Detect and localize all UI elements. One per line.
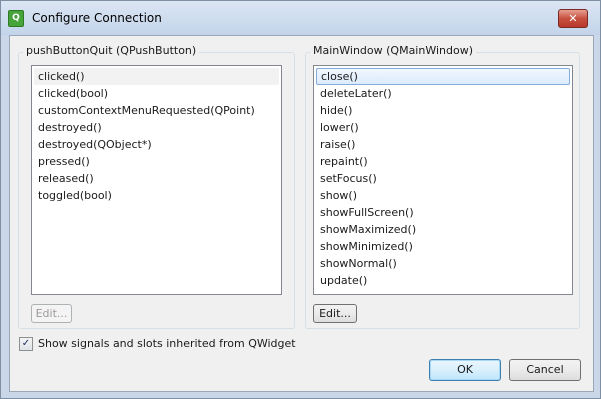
signal-list-item[interactable]: clicked() [34,68,279,85]
qt-designer-icon: Q [8,10,24,27]
signal-list-item[interactable]: pressed() [34,153,279,170]
signal-list[interactable]: clicked() clicked(bool) customContextMenuR… [31,65,282,295]
window-title: Configure Connection [32,11,162,25]
show-inherited-checkbox[interactable]: ✓ [19,337,33,351]
slot-list-item[interactable]: close() [316,68,570,85]
slot-list-item[interactable]: lower() [316,119,570,136]
sender-group-title: pushButtonQuit (QPushButton) [23,44,200,57]
slot-list-item[interactable]: deleteLater() [316,85,570,102]
slot-edit-button[interactable]: Edit... [313,304,357,323]
slot-list-item[interactable]: showMaximized() [316,221,570,238]
sender-group: pushButtonQuit (QPushButton) clicked() cl… [18,44,295,329]
slot-list-item[interactable]: showFullScreen() [316,204,570,221]
receiver-group: MainWindow (QMainWindow) close() deleteLa… [305,44,580,329]
slot-list-item[interactable]: setFocus() [316,170,570,187]
slot-list-item[interactable]: showNormal() [316,255,570,272]
show-inherited-label[interactable]: Show signals and slots inherited from QW… [38,337,296,351]
signal-list-item[interactable]: clicked(bool) [34,85,279,102]
signal-list-item[interactable]: destroyed() [34,119,279,136]
signal-list-item[interactable]: released() [34,170,279,187]
close-button[interactable]: ✕ [558,9,588,28]
slot-list-item[interactable]: show() [316,187,570,204]
signal-list-item[interactable]: destroyed(QObject*) [34,136,279,153]
signal-list-item[interactable]: customContextMenuRequested(QPoint) [34,102,279,119]
ok-button[interactable]: OK [429,359,501,381]
receiver-group-title: MainWindow (QMainWindow) [310,44,476,57]
dialog-body: pushButtonQuit (QPushButton) clicked() cl… [9,35,594,392]
slot-list-item[interactable]: showMinimized() [316,238,570,255]
signal-edit-button[interactable]: Edit... [31,304,72,323]
slot-list[interactable]: close() deleteLater() hide() lower() raise()… [313,65,573,295]
title-bar[interactable]: Q Configure Connection ✕ [1,1,600,35]
slot-list-item[interactable]: raise() [316,136,570,153]
slot-list-item[interactable]: update() [316,272,570,289]
signal-list-item[interactable]: toggled(bool) [34,187,279,204]
slot-list-item[interactable]: hide() [316,102,570,119]
slot-list-item[interactable]: repaint() [316,153,570,170]
configure-connection-dialog: Q Configure Connection ✕ pushButtonQuit … [0,0,601,399]
cancel-button[interactable]: Cancel [509,359,581,381]
